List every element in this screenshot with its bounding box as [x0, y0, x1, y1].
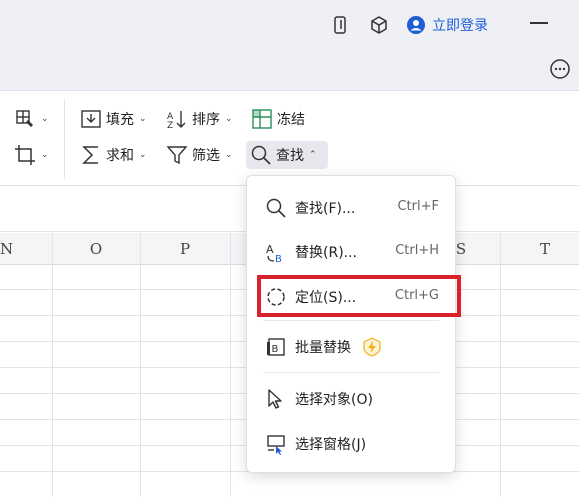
grid-line — [140, 233, 141, 497]
column-p[interactable]: P — [140, 233, 230, 265]
freeze-button[interactable]: 冻结 — [247, 105, 309, 133]
table-style-icon — [16, 110, 33, 127]
grid-line — [230, 233, 231, 497]
vip-badge-icon — [363, 337, 381, 357]
fill-button[interactable]: 填充 ⌄ — [76, 105, 151, 133]
filter-icon — [166, 146, 188, 165]
highlight-box — [257, 275, 461, 317]
menu-separator — [263, 320, 439, 321]
grid-line — [52, 233, 53, 497]
menu-item-select-object[interactable]: 选择对象(O) — [247, 379, 455, 417]
user-icon — [407, 16, 425, 34]
format-painter-button[interactable]: ⌄ — [10, 105, 53, 133]
column-t[interactable]: T — [500, 233, 579, 265]
menu-separator — [263, 372, 439, 373]
ribbon-separator — [64, 99, 65, 179]
pane-icon — [267, 435, 285, 455]
column-n[interactable]: N — [0, 233, 13, 265]
menu-item-replace[interactable]: AB 替换(R)... Ctrl+H — [247, 232, 455, 270]
title-bar: 立即登录 — [0, 0, 579, 50]
find-dropdown-menu: 查找(F)... Ctrl+F AB 替换(R)... Ctrl+H 定位(S)… — [246, 175, 456, 473]
svg-text:B: B — [272, 344, 279, 355]
fill-icon — [81, 110, 101, 128]
chat-icon[interactable] — [549, 58, 571, 80]
svg-text:B: B — [275, 254, 282, 263]
minimize-button[interactable] — [530, 22, 548, 24]
tab-bar — [0, 50, 579, 90]
menu-item-batch-replace[interactable]: B 批量替换 — [247, 327, 455, 365]
login-button[interactable]: 立即登录 — [406, 12, 488, 38]
column-o[interactable]: O — [52, 233, 140, 265]
login-label: 立即登录 — [432, 18, 488, 34]
ribbon-toolbar: ⌄ ⌄ 填充 ⌄ AZ 排序 ⌄ 冻结 求和 ⌄ 筛选 ⌄ 查找 ⌃ — [0, 90, 579, 186]
cursor-icon — [268, 389, 282, 409]
batch-replace-icon: B — [267, 338, 285, 356]
filter-button[interactable]: 筛选 ⌄ — [162, 141, 237, 169]
search-icon — [251, 145, 271, 165]
crop-icon — [15, 145, 35, 165]
crop-button[interactable]: ⌄ — [10, 141, 53, 169]
sum-button[interactable]: 求和 ⌄ — [76, 141, 151, 169]
svg-text:Z: Z — [167, 121, 173, 130]
menu-item-select-pane[interactable]: 选择窗格(J) — [247, 424, 455, 462]
sort-icon: AZ — [167, 111, 186, 130]
find-button[interactable]: 查找 ⌃ — [246, 141, 328, 169]
freeze-icon — [252, 109, 272, 129]
phone-icon[interactable] — [329, 14, 351, 36]
search-icon — [266, 198, 286, 218]
cube-icon[interactable] — [368, 14, 390, 36]
replace-icon: AB — [266, 243, 282, 263]
svg-text:A: A — [266, 243, 274, 256]
grid-line — [500, 233, 501, 497]
menu-item-find[interactable]: 查找(F)... Ctrl+F — [247, 188, 455, 226]
sort-button[interactable]: AZ 排序 ⌄ — [162, 105, 237, 133]
sum-icon — [82, 146, 98, 164]
